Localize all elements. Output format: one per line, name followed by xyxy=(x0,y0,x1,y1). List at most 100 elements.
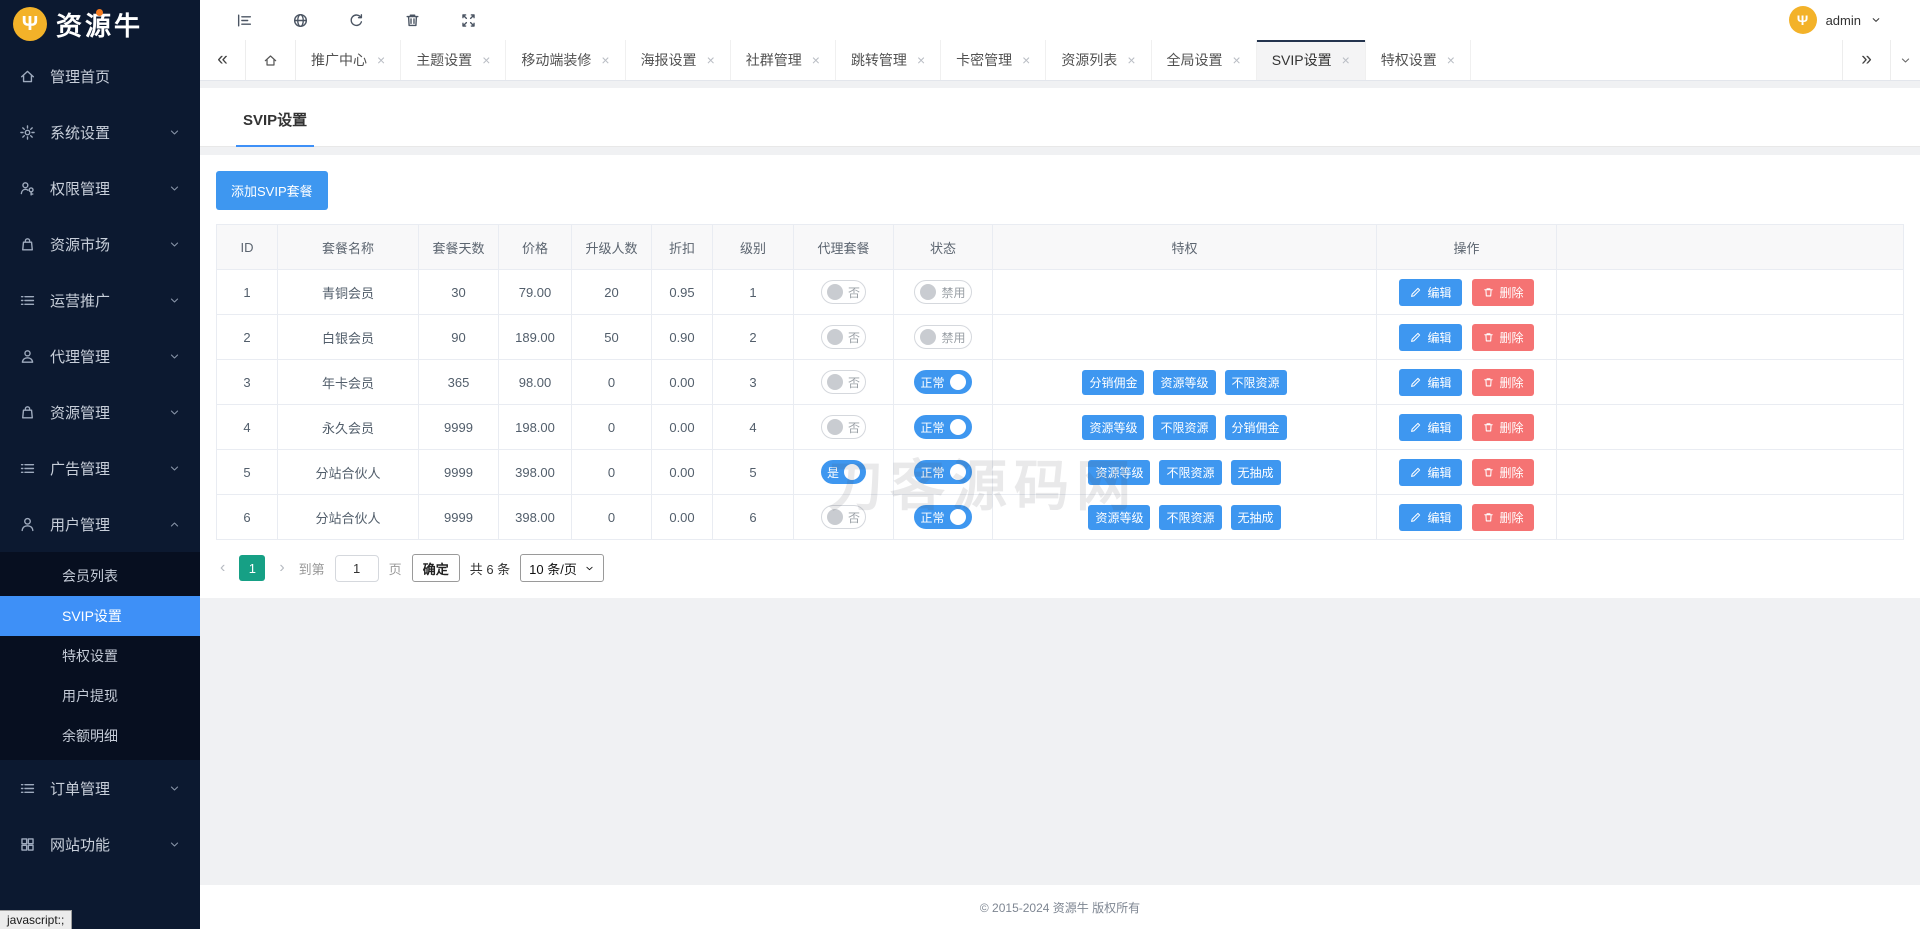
sidebar-item[interactable]: 订单管理 xyxy=(0,760,200,816)
home-tab[interactable] xyxy=(246,40,296,80)
sidebar-item[interactable]: 资源市场 xyxy=(0,216,200,272)
scroll-tabs-right-button[interactable]: » xyxy=(1842,40,1890,80)
refresh-icon[interactable] xyxy=(348,12,365,29)
close-icon[interactable]: × xyxy=(812,53,820,67)
tab[interactable]: 资源列表 × xyxy=(1046,40,1152,80)
close-icon[interactable]: × xyxy=(917,53,925,67)
sidebar-subitem[interactable]: 余额明细 xyxy=(0,716,200,756)
copyright-text: © 2015-2024 资源牛 版权所有 xyxy=(979,900,1141,915)
table-row: 3 年卡会员 365 98.00 0 0.00 3 否正常 分销佣金 资源等级 不限资源 编辑 删除 xyxy=(216,359,1904,405)
tab[interactable]: 海报设置 × xyxy=(626,40,731,80)
status-toggle[interactable]: 正常 xyxy=(914,415,972,439)
pagination: ‹ 1 › 到第 页 确定 共 6 条 10 条/页 xyxy=(216,554,1904,582)
delete-icon xyxy=(1482,286,1495,299)
close-icon[interactable]: × xyxy=(1447,53,1455,67)
sidebar-item[interactable]: 权限管理 xyxy=(0,160,200,216)
sidebar-item[interactable]: 网站功能 xyxy=(0,816,200,872)
page-size-select[interactable]: 10 条/页 xyxy=(520,554,604,582)
confirm-page-button[interactable]: 确定 xyxy=(411,554,460,582)
sidebar-item[interactable]: 资源管理 xyxy=(0,384,200,440)
sidebar-subitem[interactable]: 用户提现 xyxy=(0,676,200,716)
sidebar-item[interactable]: 系统设置 xyxy=(0,104,200,160)
edit-button[interactable]: 编辑 xyxy=(1399,503,1462,531)
sidebar-subitem[interactable]: 特权设置 xyxy=(0,636,200,676)
tab[interactable]: 跳转管理 × xyxy=(836,40,942,80)
trash-icon[interactable] xyxy=(404,12,421,29)
edit-button[interactable]: 编辑 xyxy=(1399,413,1462,441)
tab[interactable]: 主题设置 × xyxy=(401,40,507,80)
delete-button[interactable]: 删除 xyxy=(1471,368,1534,396)
edit-button[interactable]: 编辑 xyxy=(1399,368,1462,396)
status-toggle[interactable]: 禁用 xyxy=(914,280,972,304)
close-icon[interactable]: × xyxy=(1127,53,1135,67)
close-icon[interactable]: × xyxy=(377,53,385,67)
tab[interactable]: 特权设置 × xyxy=(1366,40,1471,80)
list-icon xyxy=(19,780,36,797)
goto-page-input[interactable] xyxy=(334,554,379,582)
agent-package-toggle[interactable]: 否 xyxy=(820,505,866,529)
logo[interactable]: Ψ 资源牛 xyxy=(0,0,200,48)
sidebar-subitem[interactable]: SVIP设置 xyxy=(0,596,200,636)
delete-button[interactable]: 删除 xyxy=(1471,278,1534,306)
tab[interactable]: 社群管理 × xyxy=(731,40,836,80)
close-icon[interactable]: × xyxy=(601,53,609,67)
edit-button[interactable]: 编辑 xyxy=(1399,323,1462,351)
sidebar-subitem[interactable]: 会员列表 xyxy=(0,556,200,596)
tab-label: 主题设置 xyxy=(416,52,473,68)
close-icon[interactable]: × xyxy=(1233,53,1241,67)
chevron-down-icon xyxy=(168,182,181,195)
column-header: ID xyxy=(216,224,278,270)
sidebar-item[interactable]: 代理管理 xyxy=(0,328,200,384)
status-toggle[interactable]: 正常 xyxy=(914,460,972,484)
agent-package-toggle[interactable]: 否 xyxy=(820,280,866,304)
tabs-dropdown-button[interactable] xyxy=(1890,40,1920,80)
svip-table: ID 套餐名称 套餐天数 价格 升级人数 折扣 级别 代理套餐 状态 特权 操作 1 青铜会员 30 79… xyxy=(216,224,1904,540)
tab[interactable]: 移动端装修 × xyxy=(506,40,626,80)
fullscreen-icon[interactable] xyxy=(460,12,477,29)
toggle-label: 否 xyxy=(847,420,860,435)
sidebar-item[interactable]: 广告管理 xyxy=(0,440,200,496)
delete-button[interactable]: 删除 xyxy=(1471,503,1534,531)
next-page-button[interactable]: › xyxy=(275,559,288,577)
column-header: 状态 xyxy=(893,224,993,270)
tab-label: 海报设置 xyxy=(640,52,697,68)
sidebar-item[interactable]: 用户管理 xyxy=(0,496,200,552)
delete-button[interactable]: 删除 xyxy=(1471,458,1534,486)
agent-package-toggle[interactable]: 是 xyxy=(820,460,866,484)
user-menu[interactable]: Ψ admin xyxy=(1788,6,1882,34)
close-icon[interactable]: × xyxy=(482,53,490,67)
sidebar-item[interactable]: 管理首页 xyxy=(0,48,200,104)
sidebar-item-label: 订单管理 xyxy=(50,780,111,798)
tab[interactable]: SVIP设置 × xyxy=(1256,40,1366,80)
agent-package-toggle[interactable]: 否 xyxy=(820,325,866,349)
agent-package-toggle[interactable]: 否 xyxy=(820,415,866,439)
delete-button[interactable]: 删除 xyxy=(1471,413,1534,441)
status-toggle[interactable]: 正常 xyxy=(914,370,972,394)
status-toggle[interactable]: 禁用 xyxy=(914,325,972,349)
scroll-tabs-left-button[interactable]: « xyxy=(200,40,246,80)
close-icon[interactable]: × xyxy=(1342,53,1350,67)
tab[interactable]: 卡密管理 × xyxy=(941,40,1047,80)
chevron-down-icon xyxy=(1899,54,1912,67)
privilege-badge: 分销佣金 xyxy=(1224,414,1287,440)
delete-button[interactable]: 删除 xyxy=(1471,323,1534,351)
globe-icon[interactable] xyxy=(292,12,309,29)
status-toggle[interactable]: 正常 xyxy=(914,505,972,529)
edit-button[interactable]: 编辑 xyxy=(1399,278,1462,306)
tab[interactable]: 推广中心 × xyxy=(296,40,402,80)
username: admin xyxy=(1825,12,1861,28)
add-svip-button[interactable]: 添加SVIP套餐 xyxy=(216,171,328,210)
prev-page-button[interactable]: ‹ xyxy=(216,559,229,577)
edit-button[interactable]: 编辑 xyxy=(1399,458,1462,486)
toggle-label: 否 xyxy=(847,510,860,525)
agent-package-toggle[interactable]: 否 xyxy=(820,370,866,394)
menu-fold-icon[interactable] xyxy=(236,12,253,29)
close-icon[interactable]: × xyxy=(1022,53,1030,67)
chevron-down-icon xyxy=(168,294,181,307)
sidebar-item[interactable]: 运营推广 xyxy=(0,272,200,328)
tab[interactable]: 全局设置 × xyxy=(1152,40,1257,80)
toggle-knob xyxy=(949,464,966,480)
sidebar-submenu: 会员列表 SVIP设置 特权设置 用户提现 余额明细 xyxy=(0,552,200,760)
close-icon[interactable]: × xyxy=(707,53,715,67)
current-page-button[interactable]: 1 xyxy=(239,555,266,581)
